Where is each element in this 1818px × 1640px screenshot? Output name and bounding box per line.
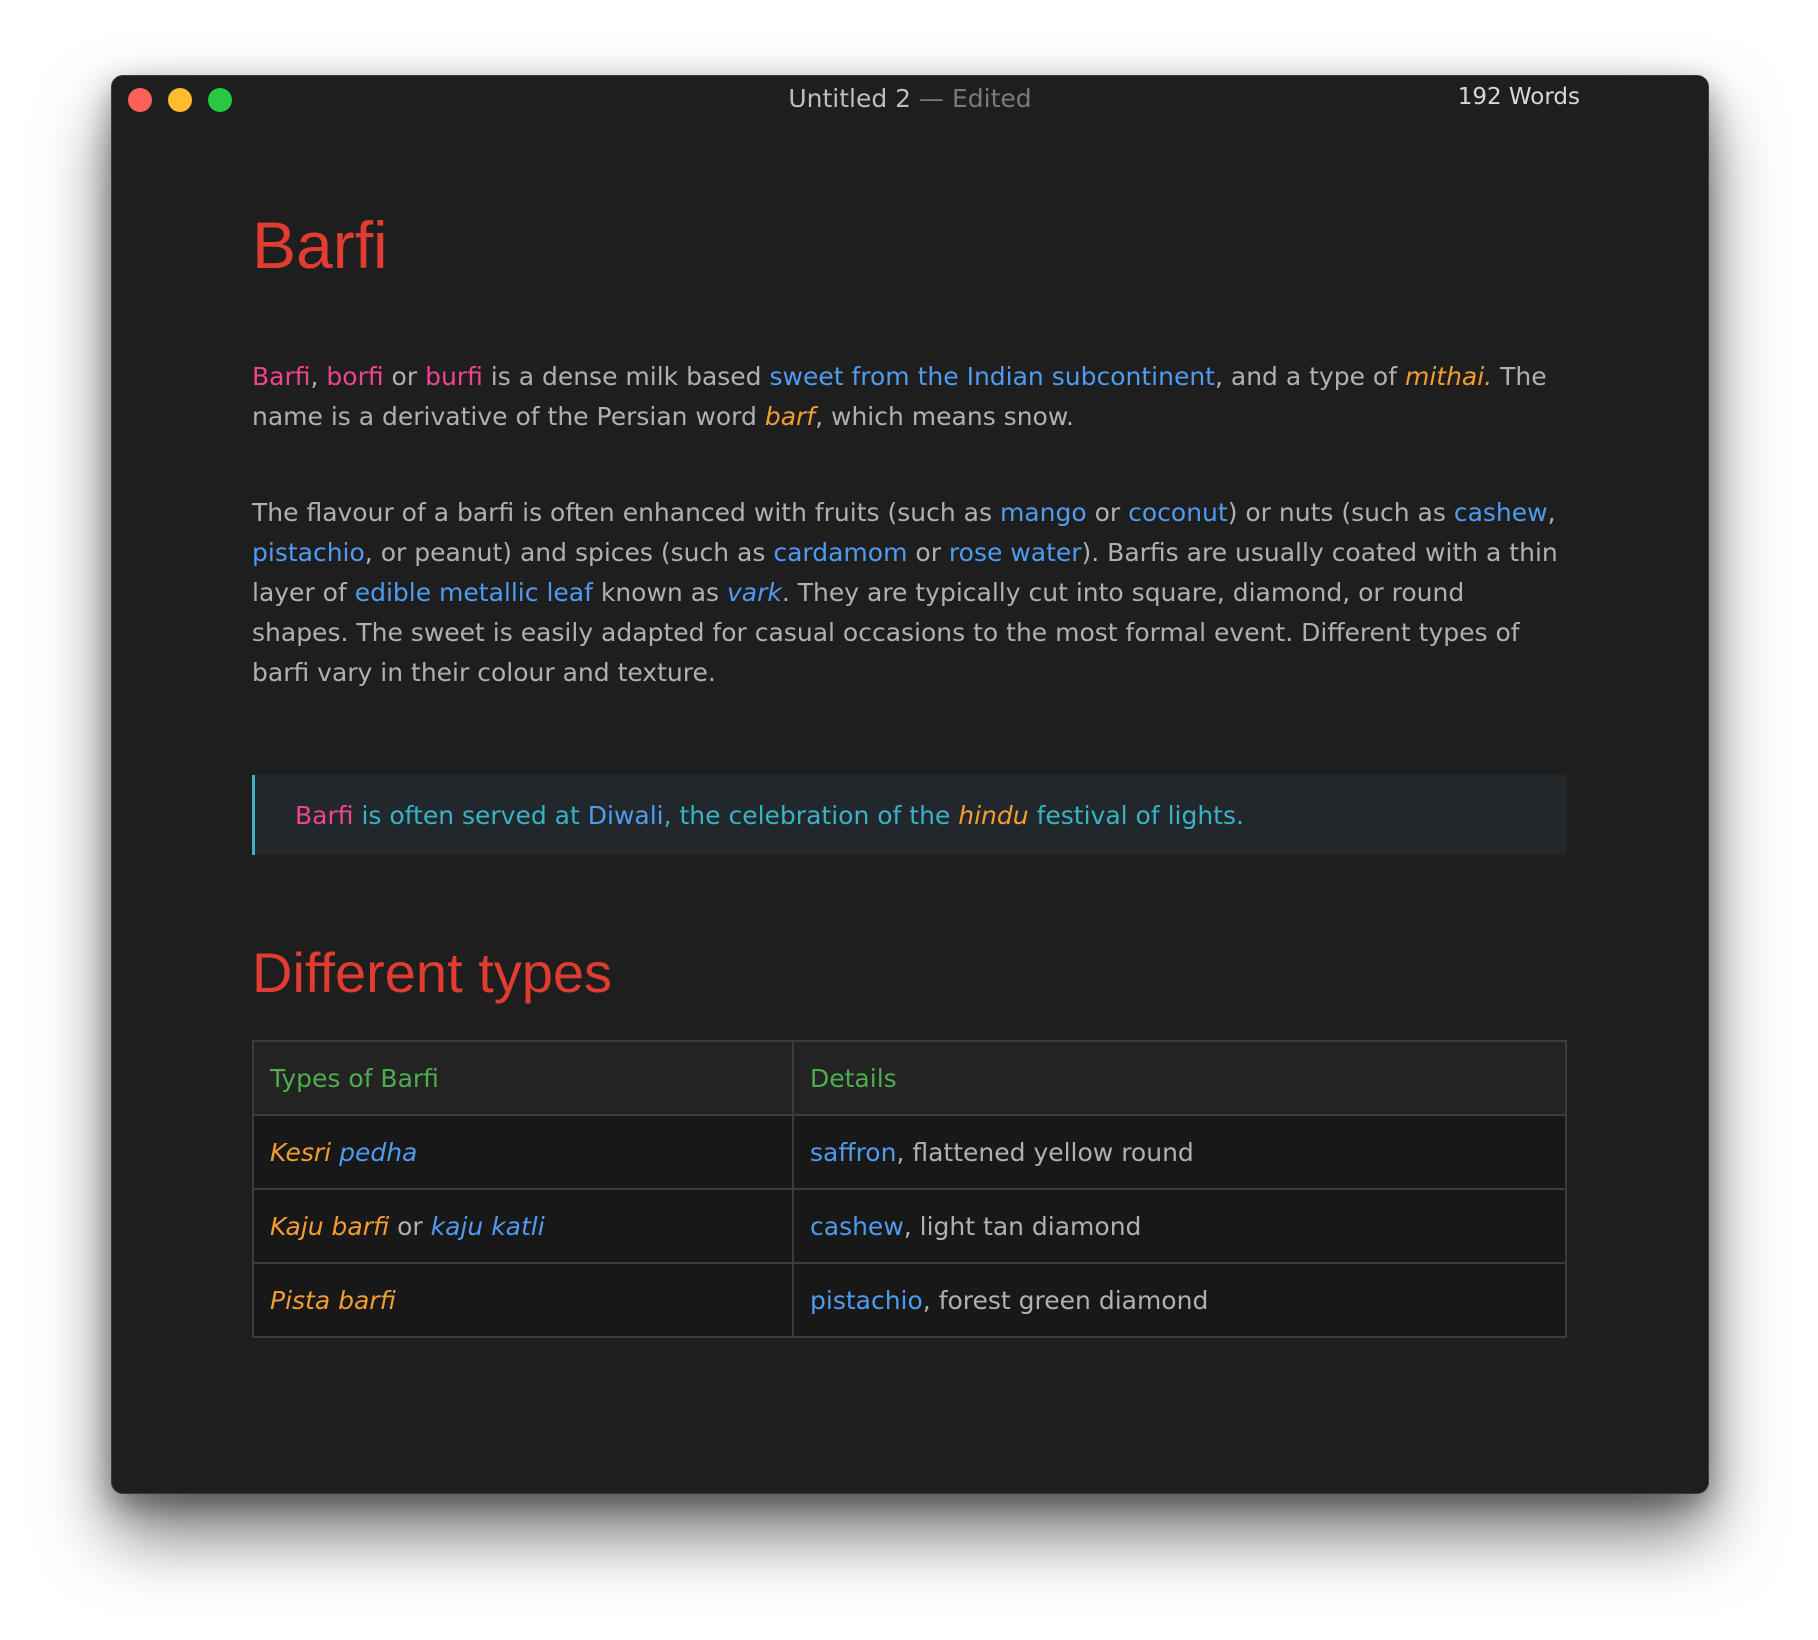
italic-term: Pista barfi — [270, 1285, 396, 1315]
text-run: , which means snow. — [815, 402, 1074, 432]
text-run: is often served at — [353, 800, 588, 830]
editor-window: Untitled 2 — Edited 192 Words Barfi Barf… — [111, 75, 1709, 1494]
table-cell: Kesri pedha — [252, 1114, 794, 1191]
bold-term: burfi — [425, 362, 483, 392]
blockquote-diwali: Barfi is often served at Diwali, the cel… — [252, 775, 1567, 856]
table-row: Kaju barfi or kaju katli cashew, light t… — [252, 1188, 1567, 1265]
bold-term: Barfi — [252, 362, 311, 392]
text-run: or — [1086, 498, 1129, 528]
link-cashew[interactable]: cashew — [1454, 498, 1548, 527]
quote-text: Barfi is often served at Diwali, the cel… — [295, 801, 1244, 830]
text-run: known as — [592, 578, 727, 608]
link-edible-metallic-leaf[interactable]: edible metallic leaf — [355, 578, 593, 607]
text-run: festival of lights. — [1028, 800, 1244, 830]
link-kaju-katli[interactable]: kaju katli — [431, 1212, 545, 1241]
heading-barfi: Barfi — [252, 208, 388, 282]
link-pistachio[interactable]: pistachio — [810, 1286, 923, 1315]
heading-different-types: Different types — [252, 941, 613, 1005]
text-run: , and a type of — [1214, 362, 1405, 392]
text-run: or — [907, 538, 949, 568]
link-coconut[interactable]: coconut — [1128, 498, 1228, 527]
bold-term: borfi — [326, 362, 384, 392]
italic-term: Kaju barfi — [270, 1211, 390, 1241]
bold-term: Barfi — [295, 800, 354, 830]
italic-term: barf — [764, 402, 816, 432]
document-name: Untitled 2 — [788, 84, 912, 113]
table-row: Kesri pedha saffron, flattened yellow ro… — [252, 1114, 1567, 1191]
table-header-cell: Types of Barfi — [252, 1040, 794, 1117]
table-cell: Kaju barfi or kaju katli — [252, 1188, 794, 1265]
table-header-cell: Details — [792, 1040, 1567, 1117]
link-rose-water[interactable]: rose water — [949, 538, 1082, 567]
table-cell: cashew, light tan diamond — [792, 1188, 1567, 1265]
text-run: , or peanut) and spices (such as — [364, 538, 774, 568]
title-bar[interactable]: Untitled 2 — Edited 192 Words — [112, 76, 1708, 126]
text-run: is a dense milk based — [482, 362, 770, 392]
link-pistachio[interactable]: pistachio — [252, 538, 365, 567]
edited-status: Edited — [951, 84, 1032, 113]
link-mango[interactable]: mango — [1000, 498, 1087, 527]
italic-term: Kesri — [270, 1137, 332, 1167]
text-run: , flattened yellow round — [896, 1137, 1194, 1167]
table-header-row: Types of Barfi Details — [252, 1040, 1567, 1117]
table-cell: saffron, flattened yellow round — [792, 1114, 1567, 1191]
link-diwali[interactable]: Diwali — [588, 801, 664, 830]
link-cashew[interactable]: cashew — [810, 1212, 904, 1241]
text-run: , forest green diamond — [922, 1285, 1209, 1315]
table-row: Pista barfi pistachio, forest green diam… — [252, 1262, 1567, 1339]
text-run — [331, 1138, 339, 1167]
table-cell: Pista barfi — [252, 1262, 794, 1339]
text-run: , the celebration of the — [663, 800, 959, 830]
document-body[interactable]: Barfi Barfi, borfi or burfi is a dense m… — [252, 206, 1567, 1339]
link-sweet[interactable]: sweet from the Indian subcontinent — [770, 362, 1215, 391]
text-run: The flavour of a barfi is often enhanced… — [252, 498, 1000, 528]
text-run: , — [1547, 498, 1556, 528]
title-separator: — — [911, 84, 952, 113]
link-pedha[interactable]: pedha — [339, 1138, 417, 1167]
paragraph-flavour: The flavour of a barfi is often enhanced… — [252, 493, 1567, 693]
table-cell: pistachio, forest green diamond — [792, 1262, 1567, 1339]
italic-term: hindu — [958, 800, 1029, 830]
link-cardamom[interactable]: cardamom — [773, 538, 907, 567]
text-run: , light tan diamond — [903, 1211, 1142, 1241]
italic-term: mithai. — [1404, 362, 1493, 392]
link-saffron[interactable]: saffron — [810, 1138, 896, 1167]
link-vark[interactable]: vark — [727, 578, 782, 607]
text-run: or — [383, 362, 426, 392]
word-count[interactable]: 192 Words — [1458, 84, 1580, 110]
text-run: , — [310, 362, 327, 392]
text-run: ) or nuts (such as — [1227, 498, 1454, 528]
barfi-types-table: Types of Barfi Details Kesri pedha saffr… — [252, 1040, 1567, 1339]
paragraph-intro: Barfi, borfi or burfi is a dense milk ba… — [252, 357, 1567, 437]
text-run: or — [389, 1211, 431, 1241]
